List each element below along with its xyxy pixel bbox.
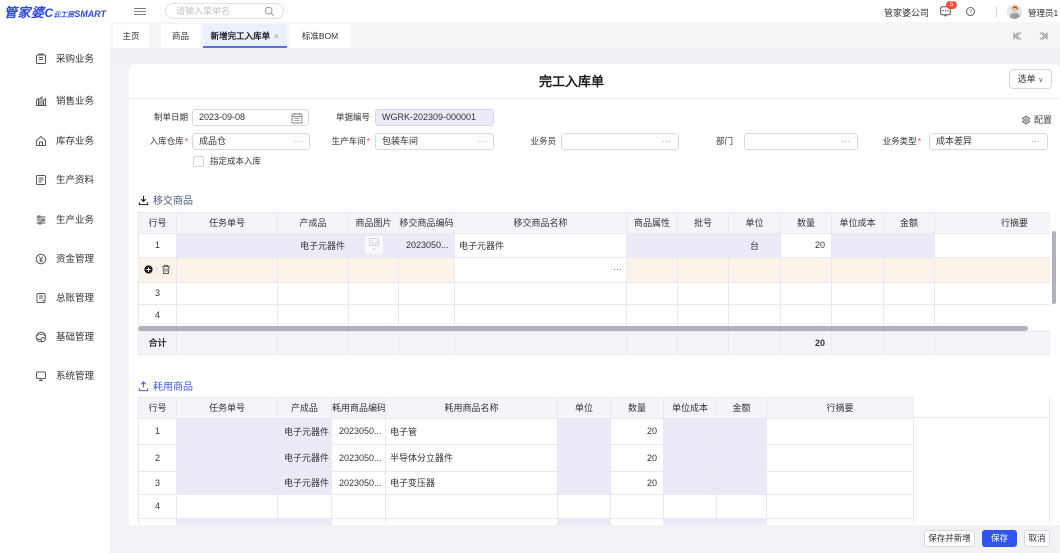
svg-text:?: ? — [969, 10, 973, 16]
